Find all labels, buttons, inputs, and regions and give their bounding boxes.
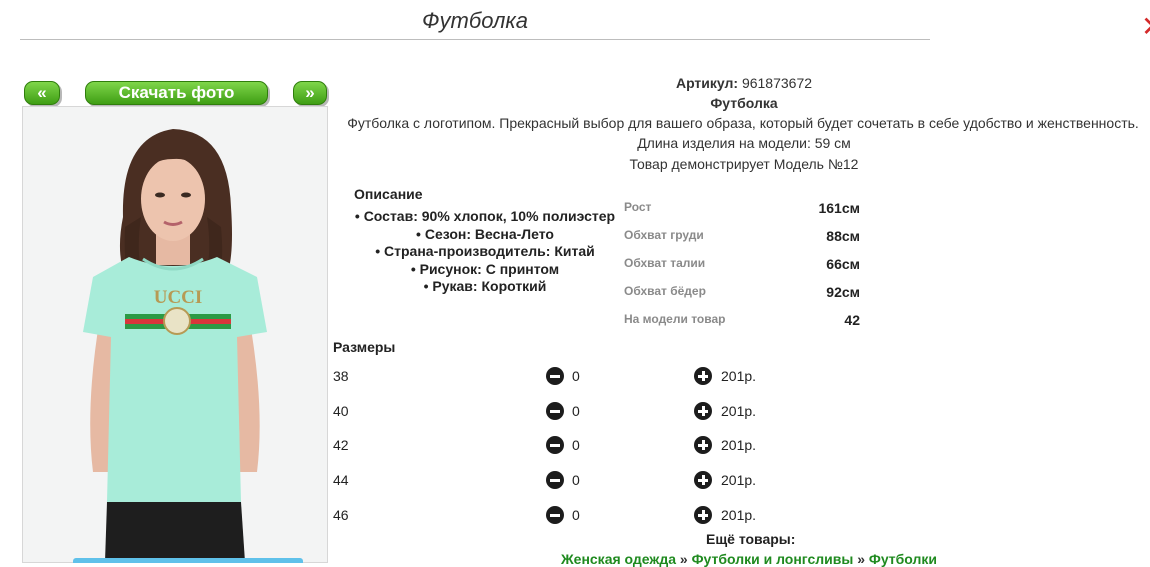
breadcrumb-separator: » <box>679 551 688 567</box>
size-price: 201р. <box>721 507 757 523</box>
measurement-value: 92см <box>826 284 860 300</box>
model-note: Товар демонстрирует Модель №12 <box>629 156 859 172</box>
measurement-value: 42 <box>844 312 860 328</box>
breadcrumb: Женская одежда » Футболки и лонгсливы » … <box>561 551 937 567</box>
minus-icon[interactable] <box>546 506 564 524</box>
size-label: 42 <box>333 437 349 453</box>
sizes-heading: Размеры <box>333 339 396 355</box>
measurement-label: Обхват груди <box>624 228 704 242</box>
product-description: Футболка с логотипом. Прекрасный выбор д… <box>347 115 1139 131</box>
plus-icon[interactable] <box>694 402 712 420</box>
minus-icon[interactable] <box>546 471 564 489</box>
minus-icon[interactable] <box>546 436 564 454</box>
details-heading: Описание <box>354 186 423 202</box>
download-photo-button[interactable]: Скачать фото <box>85 81 268 105</box>
size-quantity: 0 <box>572 403 580 419</box>
size-quantity: 0 <box>572 507 580 523</box>
product-photo[interactable]: UCCI <box>22 106 328 563</box>
measurement-label: Обхват талии <box>624 256 706 270</box>
size-row: 40 0 201р. <box>333 401 833 423</box>
product-name: Футболка <box>710 95 778 111</box>
measurement-label: Рост <box>624 200 652 214</box>
next-photo-button[interactable]: » <box>293 81 327 105</box>
shirt-print-text: UCCI <box>154 287 203 308</box>
plus-icon[interactable] <box>694 436 712 454</box>
size-row: 38 0 201р. <box>333 366 833 388</box>
size-row: 42 0 201р. <box>333 435 833 457</box>
article-value: 961873672 <box>741 75 813 91</box>
article-label: Артикул: <box>675 75 739 91</box>
article-line: Артикул: 961873672 <box>640 75 848 91</box>
size-label: 38 <box>333 368 349 384</box>
size-price: 201р. <box>721 368 757 384</box>
minus-icon[interactable] <box>546 367 564 385</box>
product-length: Длина изделия на модели: 59 см <box>637 135 851 151</box>
size-price: 201р. <box>721 437 757 453</box>
measurement-label: На модели товар <box>624 312 726 326</box>
breadcrumb-link[interactable]: Футболки <box>869 551 937 567</box>
size-row: 46 0 201р. <box>333 505 833 527</box>
model-photo-illustration: UCCI <box>23 107 327 562</box>
size-label: 46 <box>333 507 349 523</box>
measurement-value: 88см <box>826 228 860 244</box>
details-list: Состав: 90% хлопок, 10% полиэстер Сезон:… <box>340 208 630 296</box>
breadcrumb-separator: » <box>857 551 865 567</box>
size-row: 44 0 201р. <box>333 470 833 492</box>
measurement-value: 66см <box>826 256 860 272</box>
page-title: Футболка <box>422 8 528 33</box>
size-quantity: 0 <box>572 472 580 488</box>
size-label: 40 <box>333 403 349 419</box>
more-products-heading: Ещё товары: <box>706 531 796 547</box>
plus-icon[interactable] <box>694 471 712 489</box>
photo-scroll-bar[interactable] <box>73 558 303 563</box>
size-price: 201р. <box>721 472 757 488</box>
size-quantity: 0 <box>572 368 580 384</box>
details-item: Состав: 90% хлопок, 10% полиэстер <box>340 208 630 226</box>
details-item: Рукав: Короткий <box>340 278 630 296</box>
plus-icon[interactable] <box>694 367 712 385</box>
details-item: Рисунок: С принтом <box>340 261 630 279</box>
details-item: Страна-производитель: Китай <box>340 243 630 261</box>
close-icon[interactable]: ✕ <box>1141 13 1150 41</box>
measurement-value: 161см <box>818 200 860 216</box>
minus-icon[interactable] <box>546 402 564 420</box>
size-quantity: 0 <box>572 437 580 453</box>
size-price: 201р. <box>721 403 757 419</box>
prev-photo-button[interactable]: « <box>24 81 60 105</box>
breadcrumb-link[interactable]: Футболки и лонгсливы <box>692 551 854 567</box>
size-label: 44 <box>333 472 349 488</box>
details-item: Сезон: Весна-Лето <box>340 226 630 244</box>
breadcrumb-link[interactable]: Женская одежда <box>561 551 676 567</box>
plus-icon[interactable] <box>694 506 712 524</box>
title-divider <box>20 39 930 40</box>
measurement-label: Обхват бёдер <box>624 284 706 298</box>
